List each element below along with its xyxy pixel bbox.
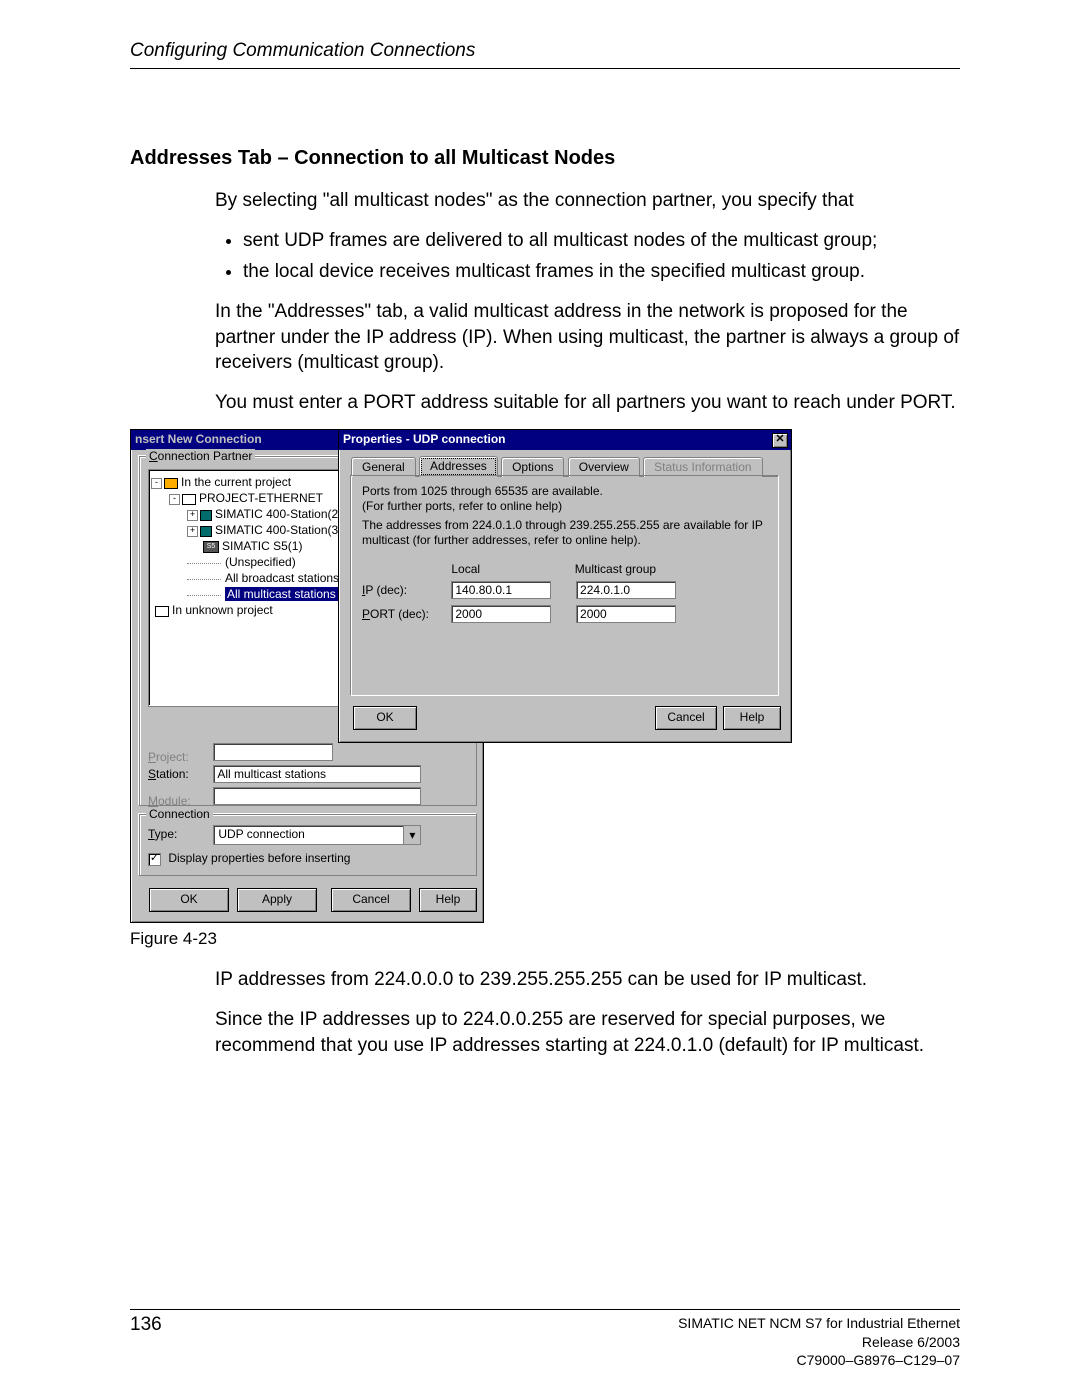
port-remote-input[interactable]: 2000 (576, 605, 676, 623)
chevron-down-icon[interactable]: ▾ (403, 826, 420, 844)
addresses-pane: Ports from 1025 through 65535 are availa… (351, 476, 779, 696)
footer-line-3: C79000–G8976–C129–07 (678, 1351, 960, 1369)
type-combo[interactable]: UDP connection ▾ (213, 825, 421, 845)
type-label: Type: (148, 827, 210, 841)
after-paragraph-2: Since the IP addresses up to 224.0.0.255… (215, 1007, 960, 1058)
section-title: Addresses Tab – Connection to all Multic… (130, 147, 960, 170)
properties-titlebar: Properties - UDP connection (339, 430, 791, 450)
port-local-input[interactable]: 2000 (451, 605, 551, 623)
properties-window: Properties - UDP connection ✕ General Ad… (338, 429, 792, 743)
ip-local-input[interactable]: 140.80.0.1 (451, 581, 551, 599)
tab-bar: General Addresses Options Overview Statu… (351, 456, 779, 477)
station-icon (200, 526, 212, 537)
ports-note-1: Ports from 1025 through 65535 are availa… (362, 484, 768, 499)
expander-icon[interactable]: - (169, 494, 180, 505)
cancel-button[interactable]: Cancel (655, 706, 717, 730)
connection-group: Connection Type: UDP connection ▾ ✓ Disp… (139, 814, 477, 876)
tab-overview[interactable]: Overview (568, 457, 640, 477)
bullet-2: the local device receives multicast fram… (243, 259, 960, 285)
project-label: Project: (148, 750, 210, 764)
station-field: All multicast stations (213, 765, 421, 783)
apply-button[interactable]: Apply (237, 888, 317, 912)
intro-paragraph: By selecting "all multicast nodes" as th… (215, 188, 960, 214)
footer-line-1: SIMATIC NET NCM S7 for Industrial Ethern… (678, 1314, 960, 1332)
display-properties-label: Display properties before inserting (168, 851, 350, 865)
tab-addresses[interactable]: Addresses (419, 456, 498, 477)
folder-icon (164, 478, 178, 489)
s5-icon: S5 (203, 541, 219, 553)
paragraph-3: You must enter a PORT address suitable f… (215, 390, 960, 416)
close-icon[interactable]: ✕ (772, 433, 788, 448)
page-header: Configuring Communication Connections (130, 40, 960, 69)
project-field (213, 743, 333, 761)
display-properties-checkbox[interactable]: ✓ (148, 853, 161, 866)
type-combo-value: UDP connection (214, 826, 403, 844)
cancel-button[interactable]: Cancel (331, 888, 411, 912)
ok-button[interactable]: OK (353, 706, 417, 730)
tree-station-3[interactable]: SIMATIC 400-Station(3) (215, 523, 342, 537)
project-icon (182, 494, 196, 505)
footer-line-2: Release 6/2003 (678, 1333, 960, 1351)
expander-icon[interactable]: - (151, 478, 162, 489)
tab-status-information: Status Information (643, 457, 762, 477)
tree-s5[interactable]: SIMATIC S5(1) (222, 539, 302, 553)
help-button[interactable]: Help (723, 706, 781, 730)
expander-icon[interactable]: + (187, 526, 198, 537)
connection-partner-label: Connection Partner (146, 449, 255, 463)
ip-remote-input[interactable]: 224.0.1.0 (576, 581, 676, 599)
module-label: Module: (148, 794, 210, 808)
ok-button[interactable]: OK (149, 888, 229, 912)
multicast-column-header: Multicast group (575, 562, 656, 577)
after-paragraph-1: IP addresses from 224.0.0.0 to 239.255.2… (215, 967, 960, 993)
tree-station-2[interactable]: SIMATIC 400-Station(2) (215, 507, 342, 521)
tab-general[interactable]: General (351, 457, 416, 477)
help-button[interactable]: Help (419, 888, 477, 912)
station-label: Station: (148, 767, 210, 781)
local-column-header: Local (451, 562, 571, 577)
page-number: 136 (130, 1314, 162, 1336)
figure-caption: Figure 4-23 (130, 929, 960, 949)
paragraph-2: In the "Addresses" tab, a valid multicas… (215, 299, 960, 376)
connection-group-label: Connection (146, 807, 213, 821)
tree-project[interactable]: PROJECT-ETHERNET (199, 491, 323, 505)
tree-unspecified[interactable]: (Unspecified) (225, 555, 296, 569)
multicast-note: The addresses from 224.0.1.0 through 239… (362, 518, 768, 548)
page-footer: 136 SIMATIC NET NCM S7 for Industrial Et… (130, 1309, 960, 1369)
module-field (213, 787, 421, 805)
tab-options[interactable]: Options (501, 457, 564, 477)
project-icon (155, 606, 169, 617)
tree-multicast-selected[interactable]: All multicast stations (225, 587, 338, 601)
expander-icon[interactable]: + (187, 510, 198, 521)
bullet-1: sent UDP frames are delivered to all mul… (243, 228, 960, 254)
tree-broadcast[interactable]: All broadcast stations (225, 571, 339, 585)
station-icon (200, 510, 212, 521)
tree-root[interactable]: In the current project (181, 475, 291, 489)
tree-unknown-project[interactable]: In unknown project (172, 603, 273, 617)
ports-note-2: (For further ports, refer to online help… (362, 499, 768, 514)
screenshot: nsert New Connection Connection Partner … (130, 429, 790, 923)
